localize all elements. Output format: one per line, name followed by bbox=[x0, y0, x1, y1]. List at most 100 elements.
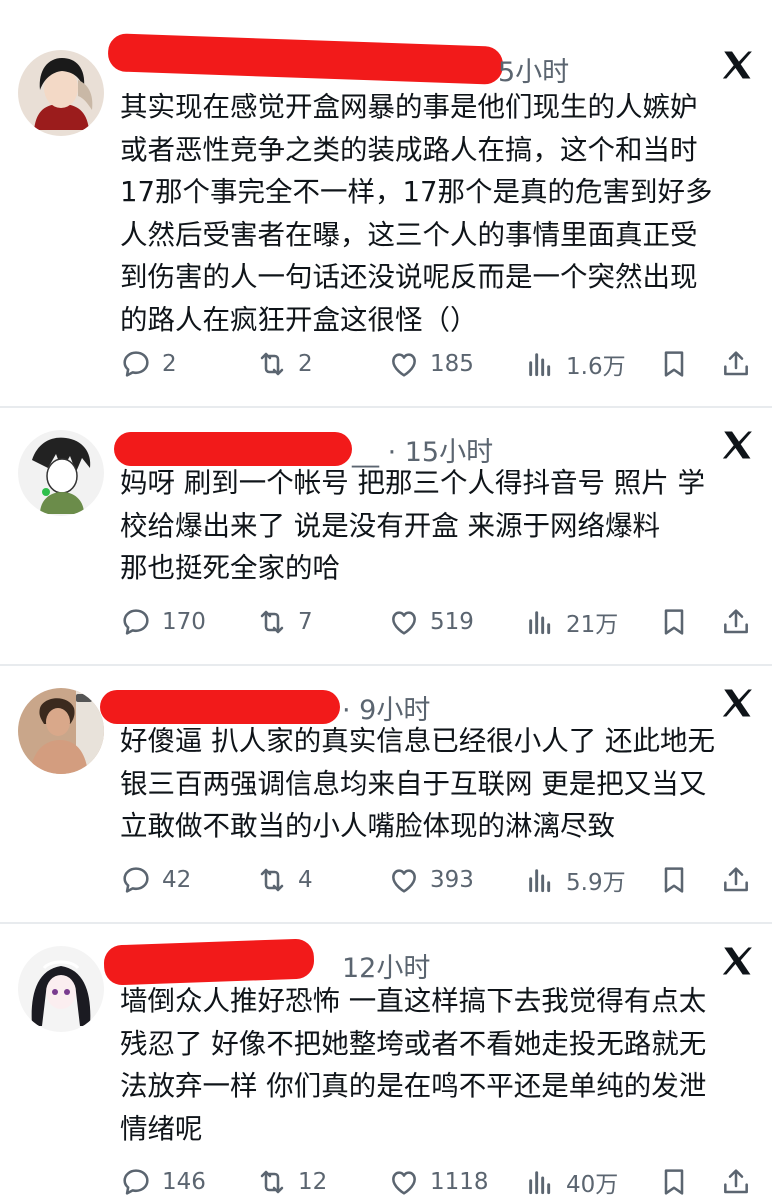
like-count: 393 bbox=[430, 867, 474, 893]
retweet-icon bbox=[256, 864, 288, 896]
bookmark-button[interactable] bbox=[658, 862, 700, 898]
reply-count: 146 bbox=[162, 1169, 206, 1195]
bookmark-icon bbox=[658, 864, 690, 896]
views-icon bbox=[524, 1166, 556, 1198]
reply-icon bbox=[120, 348, 152, 380]
retweet-button[interactable]: 4 bbox=[256, 862, 313, 898]
reply-count: 170 bbox=[162, 609, 206, 635]
like-icon bbox=[388, 606, 420, 638]
x-logo-icon[interactable] bbox=[720, 686, 754, 720]
tweet-text-line: 那也挺死全家的哈 bbox=[120, 552, 340, 584]
tweet-actions: 146 12 1118 40万 bbox=[120, 1164, 756, 1200]
share-icon bbox=[720, 864, 752, 896]
like-count: 185 bbox=[430, 351, 474, 377]
views-count: 21万 bbox=[566, 612, 619, 638]
avatar[interactable] bbox=[18, 946, 104, 1032]
like-icon bbox=[388, 864, 420, 896]
tweet-text-line: 其实现在感觉开盒网暴的事是他们现生的人嫉妒 bbox=[120, 91, 698, 123]
reply-count: 2 bbox=[162, 351, 177, 377]
tweet-card[interactable]: · 9小时 好傻逼 扒人家的真实信息已经很小人了 还此地无 银三百两强调信息均来… bbox=[0, 686, 772, 914]
views-button[interactable]: 40万 bbox=[524, 1164, 618, 1200]
divider bbox=[0, 664, 772, 666]
avatar-image bbox=[18, 50, 104, 136]
like-icon bbox=[388, 1166, 420, 1198]
views-count: 5.9万 bbox=[566, 870, 626, 896]
retweet-count: 4 bbox=[298, 867, 313, 893]
tweet-actions: 42 4 393 5.9万 bbox=[120, 862, 756, 898]
avatar[interactable] bbox=[18, 688, 104, 774]
share-button[interactable] bbox=[720, 346, 762, 382]
retweet-count: 2 bbox=[298, 351, 313, 377]
share-icon bbox=[720, 1166, 752, 1198]
like-count: 519 bbox=[430, 609, 474, 635]
like-button[interactable]: 185 bbox=[388, 346, 474, 382]
like-count: 1118 bbox=[430, 1169, 489, 1195]
tweet-text: 墙倒众人推好恐怖 一直这样搞下去我觉得有点太 残忍了 好像不把她整垮或者不看她走… bbox=[120, 980, 750, 1150]
retweet-icon bbox=[256, 606, 288, 638]
tweet-actions: 2 2 185 1.6万 bbox=[120, 346, 756, 382]
share-icon bbox=[720, 606, 752, 638]
tweet-text-line: 立敢做不敢当的小人嘴脸体现的淋漓尽致 bbox=[120, 810, 615, 842]
retweet-button[interactable]: 7 bbox=[256, 604, 313, 640]
views-count: 1.6万 bbox=[566, 354, 626, 380]
share-button[interactable] bbox=[720, 604, 762, 640]
tweet-text: 妈呀 刷到一个帐号 把那三个人得抖音号 照片 学 校给爆出来了 说是没有开盒 来… bbox=[120, 462, 750, 590]
tweet-text-line: 好傻逼 扒人家的真实信息已经很小人了 还此地无 bbox=[120, 725, 715, 757]
tweet-text-line: 到伤害的人一句话还没说呢反而是一个突然出现 bbox=[120, 261, 698, 293]
views-icon bbox=[524, 606, 556, 638]
retweet-icon bbox=[256, 1166, 288, 1198]
like-button[interactable]: 1118 bbox=[388, 1164, 489, 1200]
tweet-text-line: 银三百两强调信息均来自于互联网 更是把又当又 bbox=[120, 767, 707, 800]
tweet-text: 其实现在感觉开盒网暴的事是他们现生的人嫉妒 或者恶性竞争之类的装成路人在搞，这个… bbox=[120, 86, 750, 341]
reply-button[interactable]: 146 bbox=[120, 1164, 206, 1200]
share-button[interactable] bbox=[720, 862, 762, 898]
bookmark-button[interactable] bbox=[658, 1164, 700, 1200]
bookmark-icon bbox=[658, 606, 690, 638]
avatar-image bbox=[18, 430, 104, 516]
bookmark-icon bbox=[658, 348, 690, 380]
x-logo-icon[interactable] bbox=[720, 48, 754, 82]
share-icon bbox=[720, 348, 752, 380]
tweet-time[interactable]: 5小时 bbox=[498, 50, 569, 89]
avatar-image bbox=[18, 688, 104, 774]
retweet-icon bbox=[256, 348, 288, 380]
reply-icon bbox=[120, 864, 152, 896]
reply-button[interactable]: 42 bbox=[120, 862, 191, 898]
bookmark-button[interactable] bbox=[658, 604, 700, 640]
like-icon bbox=[388, 348, 420, 380]
retweet-count: 7 bbox=[298, 609, 313, 635]
share-button[interactable] bbox=[720, 1164, 762, 1200]
views-button[interactable]: 1.6万 bbox=[524, 346, 626, 382]
like-button[interactable]: 519 bbox=[388, 604, 474, 640]
retweet-count: 12 bbox=[298, 1169, 328, 1195]
redaction-mark bbox=[100, 690, 340, 724]
views-count: 40万 bbox=[566, 1172, 619, 1198]
avatar[interactable] bbox=[18, 430, 104, 516]
tweet-card[interactable]: __ · 15小时 妈呀 刷到一个帐号 把那三个人得抖音号 照片 学 校给爆出来… bbox=[0, 428, 772, 656]
tweet-card[interactable]: 12小时 墙倒众人推好恐怖 一直这样搞下去我觉得有点太 残忍了 好像不把她整垮或… bbox=[0, 938, 772, 1200]
tweet-card[interactable]: 5小时 其实现在感觉开盒网暴的事是他们现生的人嫉妒 或者恶性竞争之类的装成路人在… bbox=[0, 33, 772, 394]
tweet-actions: 170 7 519 21万 bbox=[120, 604, 756, 640]
x-logo-icon[interactable] bbox=[720, 428, 754, 462]
redaction-mark bbox=[107, 33, 504, 85]
reply-button[interactable]: 2 bbox=[120, 346, 177, 382]
reply-count: 42 bbox=[162, 867, 192, 893]
avatar-image bbox=[18, 946, 104, 1032]
tweet-text-line: 17那个事完全不一样，17那个是真的危害到好多 bbox=[120, 176, 713, 208]
tweet-text-line: 情绪呢 bbox=[120, 1112, 203, 1145]
reply-button[interactable]: 170 bbox=[120, 604, 206, 640]
retweet-button[interactable]: 12 bbox=[256, 1164, 327, 1200]
tweet-header: 5小时 bbox=[107, 33, 700, 90]
redaction-mark bbox=[114, 432, 352, 466]
tweet-text-line: 的路人在疯狂开盒这很怪（） bbox=[120, 303, 478, 336]
avatar[interactable] bbox=[18, 50, 104, 136]
retweet-button[interactable]: 2 bbox=[256, 346, 313, 382]
x-logo-icon[interactable] bbox=[720, 944, 754, 978]
tweet-text-line: 法放弃一样 你们真的是在鸣不平还是单纯的发泄 bbox=[120, 1070, 707, 1102]
views-button[interactable]: 5.9万 bbox=[524, 862, 626, 898]
divider bbox=[0, 406, 772, 408]
like-button[interactable]: 393 bbox=[388, 862, 474, 898]
views-button[interactable]: 21万 bbox=[524, 604, 618, 640]
tweet-text-line: 校给爆出来了 说是没有开盒 来源于网络爆料 bbox=[120, 509, 660, 542]
bookmark-button[interactable] bbox=[658, 346, 700, 382]
